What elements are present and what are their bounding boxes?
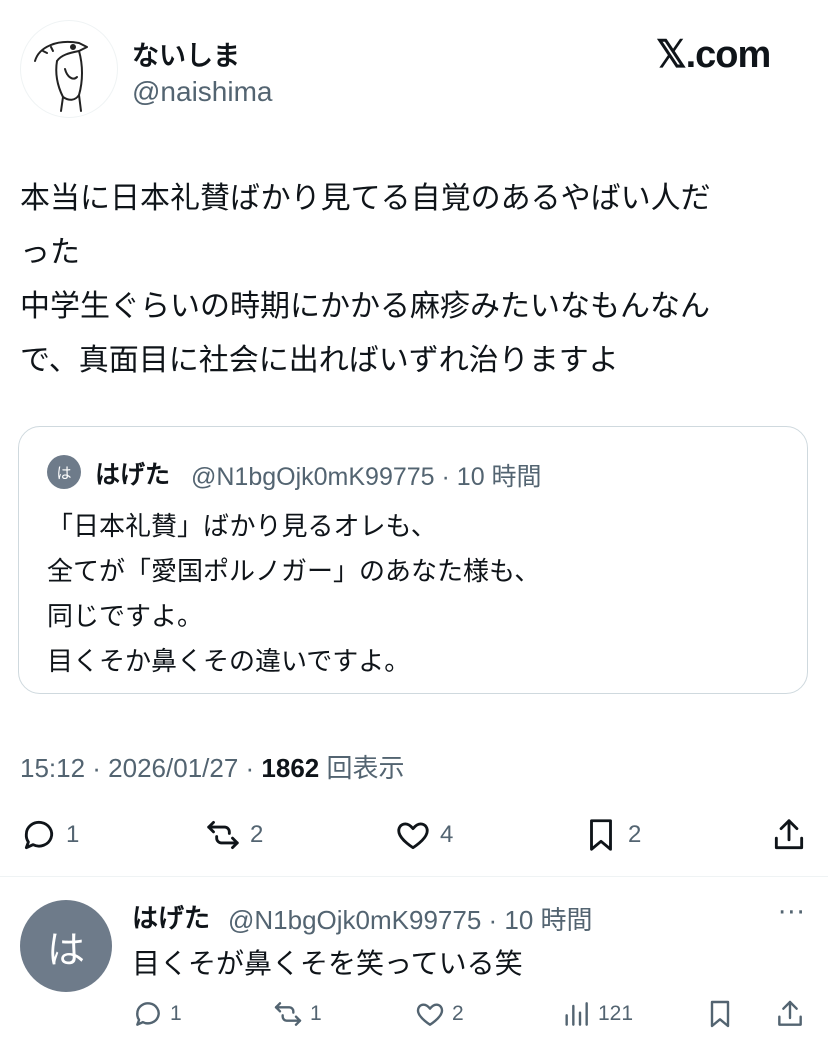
avatar[interactable] [20, 20, 118, 118]
repost-button[interactable]: 2 [204, 810, 263, 860]
reply-display-name[interactable]: はげた [132, 898, 210, 935]
tweet-actions: 1 2 4 2 [0, 810, 828, 860]
share-icon [778, 1000, 802, 1026]
reply-avatar[interactable]: は [20, 900, 112, 992]
quote-text: 「日本礼賛」ばかり見るオレも、 全てが「愛国ポルノガー」のあなた様も、 同じです… [47, 505, 540, 685]
quote-avatar: は [47, 455, 81, 489]
heart-icon [416, 1003, 444, 1026]
tweet-text-line: 中学生ぐらいの時期にかかる麻疹みたいなもんなん [20, 289, 710, 324]
repost-icon [207, 820, 239, 850]
quoted-tweet-card[interactable]: は はげた @N1bgOjk0mK99775 · 10 時間 「日本礼賛」ばかり… [18, 426, 808, 694]
reply-share-button[interactable] [774, 994, 806, 1034]
reply-reply-count: 1 [170, 1002, 182, 1025]
reply-text: 目くそが鼻くそを笑っている笑 [132, 947, 523, 980]
share-button[interactable] [770, 810, 808, 860]
quote-meta: @N1bgOjk0mK99775 · 10 時間 [191, 463, 542, 491]
share-icon [774, 819, 804, 850]
view-count-label: 回表示 [326, 753, 405, 783]
quote-text-line: 同じですよ。 [47, 602, 204, 632]
x-logo: 𝕏.com [656, 34, 771, 76]
heart-icon [397, 822, 429, 850]
more-options-icon[interactable]: ··· [778, 898, 806, 928]
reply-reply-button[interactable]: 1 [132, 994, 182, 1034]
reply-meta: @N1bgOjk0mK99775 · 10 時間 [228, 905, 593, 935]
quote-text-line: 「日本礼賛」ばかり見るオレも、 [47, 512, 437, 542]
quote-text-line: 全てが「愛国ポルノガー」のあなた様も、 [47, 557, 541, 587]
reply-bookmark-button[interactable] [704, 994, 736, 1034]
bookmark-icon [710, 1000, 730, 1028]
like-button[interactable]: 4 [394, 810, 453, 860]
analytics-icon [565, 1002, 588, 1026]
reply-repost-count: 1 [310, 1002, 322, 1025]
dinosaur-avatar-icon [34, 41, 88, 112]
like-count: 4 [440, 821, 454, 848]
tweet-timestamp: 15:12 · 2026/01/27 · 1862 回表示 [20, 748, 405, 785]
reply-button[interactable]: 1 [20, 810, 79, 860]
bookmark-icon [590, 819, 612, 851]
tweet-text: 本当に日本礼賛ばかり見てる自覚のあるやばい人だ った 中学生ぐらいの時期にかかる… [20, 172, 810, 388]
bookmark-button[interactable]: 2 [582, 810, 641, 860]
repost-icon [274, 1002, 302, 1026]
bookmark-count: 2 [628, 821, 642, 848]
tweet-text-line: 本当に日本礼賛ばかり見てる自覚のあるやばい人だ [20, 181, 711, 216]
repost-count: 2 [250, 821, 264, 848]
reply-view-count: 121 [598, 1002, 634, 1025]
view-count: 1862 [261, 753, 320, 783]
tweet-text-line: で、真面目に社会に出ればいずれ治りますよ [20, 343, 619, 378]
reply-icon [136, 1002, 160, 1026]
reply-views-button[interactable]: 121 [560, 994, 633, 1034]
divider [0, 876, 828, 877]
quote-text-line: 目くそか鼻くその違いですよ。 [47, 647, 411, 677]
reply-count: 1 [66, 821, 80, 848]
reply-like-count: 2 [452, 1002, 464, 1025]
reply-icon [24, 820, 54, 850]
reply-like-button[interactable]: 2 [414, 994, 464, 1034]
reply-repost-button[interactable]: 1 [272, 994, 322, 1034]
user-handle[interactable]: @naishima [132, 76, 272, 108]
reply-actions: 1 1 2 121 [0, 994, 828, 1034]
tweet-text-line: った [20, 235, 80, 270]
tweet-time[interactable]: 15:12 · 2026/01/27 · [20, 753, 261, 783]
display-name[interactable]: ないしま [132, 34, 240, 73]
quote-display-name: はげた [95, 460, 171, 489]
